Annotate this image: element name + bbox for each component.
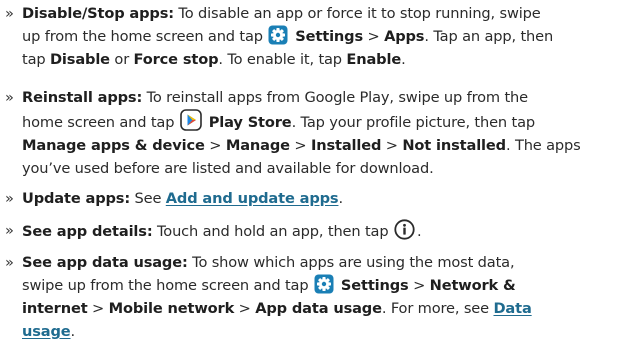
cross-reference-link[interactable]: Add and update apps (166, 190, 339, 207)
bullet-marker: » (5, 89, 14, 106)
text-line: usage. (5, 320, 617, 343)
bullet-marker: » (5, 5, 14, 22)
body-text: To disable an app or force it to stop ru… (173, 5, 541, 22)
body-text: > (204, 137, 226, 154)
info-icon (394, 219, 415, 240)
bold-text: Force stop (133, 51, 219, 68)
body-text: tap (22, 51, 50, 68)
bold-text: Network & (429, 277, 516, 294)
body-text: To show which apps are using the most da… (187, 254, 515, 271)
body-text: > (234, 300, 256, 317)
body-text: you’ve used before are listed and availa… (22, 160, 434, 177)
bold-text: App data usage (255, 300, 382, 317)
body-text: > (363, 28, 385, 45)
bold-text: Reinstall apps: (22, 89, 143, 106)
bold-text: Installed (310, 137, 382, 154)
body-text: > (381, 137, 403, 154)
bold-text: Disable/Stop apps: (22, 5, 174, 22)
bullet-item-reinstall-apps: » Reinstall apps: To reinstall apps from … (5, 86, 617, 180)
text-line: Disable/Stop apps: To disable an app or … (5, 2, 617, 25)
text-line: tap Disable or Force stop. To enable it,… (5, 48, 617, 71)
bold-text: internet (22, 300, 88, 317)
body-text: Touch and hold an app, then tap (152, 223, 393, 240)
text-line: See app data usage: To show which apps a… (5, 251, 617, 274)
body-text: . (401, 51, 406, 68)
bold-text: See app data usage: (22, 254, 188, 271)
bullet-item-see-app-data-usage: » See app data usage: To show which apps … (5, 251, 617, 343)
body-text: . (416, 223, 422, 240)
text-line: Manage apps & device > Manage > Installe… (5, 134, 617, 157)
body-text: . To enable it, tap (218, 51, 347, 68)
cross-reference-link[interactable]: usage (22, 323, 71, 340)
bullet-marker: » (5, 254, 14, 271)
bullet-item-see-app-details: » See app details: Touch and hold an app,… (5, 219, 617, 243)
bullet-marker: » (5, 222, 14, 239)
body-text: . (338, 190, 343, 207)
body-text: To reinstall apps from Google Play, swip… (142, 89, 528, 106)
bold-text: Enable (346, 51, 402, 68)
body-text: home screen and tap (22, 114, 179, 131)
play-store-icon (180, 109, 202, 131)
body-text: . (70, 323, 76, 340)
help-document: » Disable/Stop apps: To disable an app or… (0, 0, 621, 342)
body-text: . Tap your profile picture, then tap (291, 114, 536, 131)
settings-icon (314, 274, 334, 294)
bullet-item-update-apps: » Update apps: See Add and update apps. (5, 187, 617, 210)
cross-reference-link[interactable]: Data (493, 300, 531, 317)
text-line: up from the home screen and tap Settings… (5, 25, 617, 48)
bold-text: Disable (49, 51, 110, 68)
text-line: you’ve used before are listed and availa… (5, 157, 617, 180)
body-text: > (408, 277, 430, 294)
bullet-item-disable-stop-apps: » Disable/Stop apps: To disable an app or… (5, 2, 617, 71)
body-text: . Tap an app, then (424, 28, 554, 45)
text-line: internet > Mobile network > App data usa… (5, 297, 617, 320)
bullet-marker: » (5, 190, 14, 207)
bold-text: Not installed (402, 137, 506, 154)
bold-text: Apps (384, 28, 425, 45)
body-text: up from the home screen and tap (22, 28, 268, 45)
bold-text: Manage (225, 137, 290, 154)
bold-text: Play Store (203, 114, 292, 131)
bold-text: Manage apps & device (22, 137, 205, 154)
text-line: Reinstall apps: To reinstall apps from G… (5, 86, 617, 109)
bold-text: Settings (290, 28, 363, 45)
bold-text: Settings (335, 277, 409, 294)
text-line: home screen and tap Play Store. Tap your… (5, 109, 617, 134)
body-text: > (87, 300, 109, 317)
body-text: See (130, 190, 166, 207)
body-text: . The apps (505, 137, 581, 154)
bold-text: See app details: (22, 223, 153, 240)
text-line: See app details: Touch and hold an app, … (5, 219, 617, 243)
body-text: swipe up from the home screen and tap (22, 277, 313, 294)
settings-icon (268, 25, 288, 45)
bold-text: Update apps: (22, 190, 131, 207)
body-text: > (289, 137, 311, 154)
body-text: . For more, see (381, 300, 494, 317)
text-line: Update apps: See Add and update apps. (5, 187, 617, 210)
text-line: swipe up from the home screen and tap Se… (5, 274, 617, 297)
bold-text: Mobile network (108, 300, 235, 317)
body-text: or (109, 51, 134, 68)
